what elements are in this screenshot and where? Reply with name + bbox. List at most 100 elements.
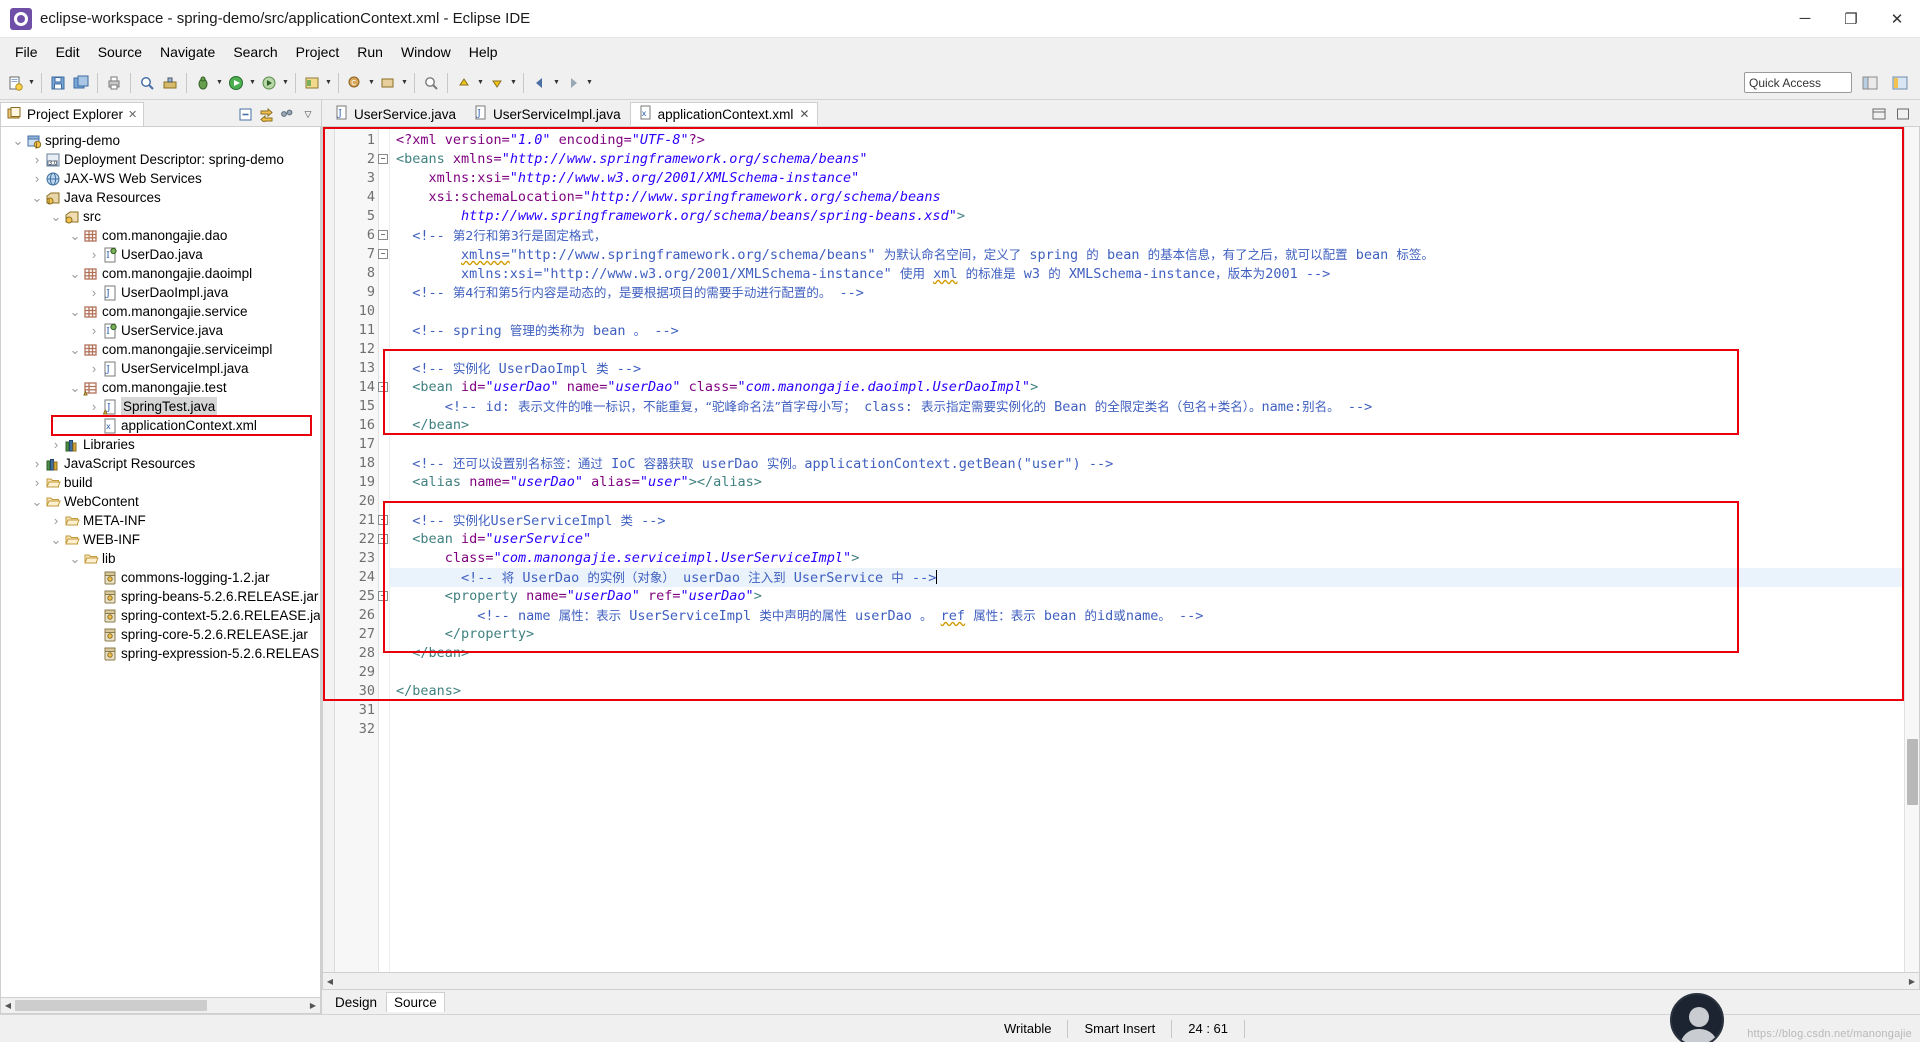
menu-run[interactable]: Run [348, 41, 392, 63]
forward-icon[interactable] [562, 71, 584, 95]
chevron-right-icon[interactable]: › [30, 454, 44, 473]
maximize-button[interactable]: ❐ [1828, 0, 1874, 38]
tree-item-com-manongajie-service[interactable]: ⌄ com.manongajie.service [1, 302, 320, 321]
save-all-icon[interactable] [70, 71, 92, 95]
next-annotation-icon[interactable] [486, 71, 508, 95]
chevron-right-icon[interactable]: › [87, 245, 101, 264]
tree-item-spring-core-5-2-6-release-jar[interactable]: spring-core-5.2.6.RELEASE.jar [1, 625, 320, 644]
maximize-editor-icon[interactable] [1894, 105, 1912, 123]
new-package-dropdown-icon[interactable]: ▼ [400, 71, 409, 95]
minimize-button[interactable]: ─ [1782, 0, 1828, 38]
menu-window[interactable]: Window [392, 41, 460, 63]
chevron-down-icon[interactable]: ⌄ [30, 191, 44, 204]
fold-toggle-icon[interactable]: − [378, 515, 388, 525]
back-icon[interactable] [529, 71, 551, 95]
prev-annotation-dropdown-icon[interactable]: ▼ [476, 71, 485, 95]
new-icon[interactable] [4, 71, 26, 95]
chevron-down-icon[interactable]: ⌄ [68, 552, 82, 565]
search-icon[interactable] [136, 71, 158, 95]
fold-toggle-icon[interactable]: − [378, 154, 388, 164]
view-menu-icon[interactable] [278, 105, 296, 123]
build-icon[interactable] [159, 71, 181, 95]
fold-toggle-icon[interactable]: − [378, 230, 388, 240]
vertical-scroll-thumb[interactable] [1907, 739, 1918, 805]
tree-item-web-inf[interactable]: ⌄ WEB-INF [1, 530, 320, 549]
tree-item-userservice-java[interactable]: › I UserService.java [1, 321, 320, 340]
tree-item-spring-context-5-2-6-release-jar[interactable]: spring-context-5.2.6.RELEASE.jar [1, 606, 320, 625]
chevron-down-icon[interactable]: ⌄ [49, 210, 63, 223]
open-perspective-icon[interactable] [1858, 71, 1882, 95]
tab-project-explorer[interactable]: Project Explorer ✕ [0, 102, 145, 126]
project-tree[interactable]: ⌄ Jspring-demo › 3.0 Deployment Descriptor: … [0, 126, 321, 998]
scroll-left-icon[interactable]: ◀ [323, 974, 337, 988]
chevron-down-icon[interactable]: ⌄ [68, 267, 82, 280]
quick-access-input[interactable]: Quick Access [1744, 72, 1852, 93]
scroll-left-icon[interactable]: ◀ [1, 999, 15, 1013]
tree-item-springtest-java[interactable]: › J SpringTest.java [1, 397, 320, 416]
chevron-down-icon[interactable]: ⌄ [68, 343, 82, 356]
menu-search[interactable]: Search [224, 41, 286, 63]
link-with-editor-icon[interactable] [257, 105, 275, 123]
scroll-thumb[interactable] [15, 1000, 208, 1011]
chevron-right-icon[interactable]: › [87, 321, 101, 340]
source-code-text[interactable]: <?xml version="1.0" encoding="UTF-8"?> <… [390, 127, 1904, 972]
close-icon[interactable]: ✕ [799, 107, 809, 121]
menu-file[interactable]: File [6, 41, 47, 63]
chevron-right-icon[interactable]: › [87, 283, 101, 302]
tree-item-commons-logging-1-2-jar[interactable]: commons-logging-1.2.jar [1, 568, 320, 587]
scroll-track[interactable] [337, 975, 1905, 987]
back-dropdown-icon[interactable]: ▼ [552, 71, 561, 95]
tab-design[interactable]: Design [328, 993, 384, 1012]
tree-item-libraries[interactable]: › Libraries [1, 435, 320, 454]
forward-dropdown-icon[interactable]: ▼ [585, 71, 594, 95]
annotation-ruler[interactable] [323, 127, 335, 972]
tab-userservice-java[interactable]: J UserService.java [326, 102, 465, 126]
tree-item-lib[interactable]: ⌄ lib [1, 549, 320, 568]
search-project-icon[interactable] [420, 71, 442, 95]
debug-icon[interactable] [192, 71, 214, 95]
run-external-dropdown-icon[interactable]: ▼ [281, 71, 290, 95]
tree-item-java-resources[interactable]: ⌄ J Java Resources [1, 188, 320, 207]
menu-project[interactable]: Project [287, 41, 349, 63]
fold-toggle-icon[interactable]: − [378, 382, 388, 392]
tree-item-com-manongajie-serviceimpl[interactable]: ⌄ com.manongajie.serviceimpl [1, 340, 320, 359]
tree-item-deployment-descriptor-spring-demo[interactable]: › 3.0 Deployment Descriptor: spring-demo [1, 150, 320, 169]
tree-item-userserviceimpl-java[interactable]: › J UserServiceImpl.java [1, 359, 320, 378]
editor-horizontal-scrollbar[interactable]: ◀ ▶ [322, 973, 1920, 990]
new-java-class-icon[interactable]: C [344, 71, 366, 95]
chevron-down-icon[interactable]: ⌄ [30, 495, 44, 508]
menu-help[interactable]: Help [460, 41, 507, 63]
explorer-horizontal-scrollbar[interactable]: ◀ ▶ [0, 998, 321, 1014]
tab-applicationcontext-xml[interactable]: x applicationContext.xml ✕ [629, 102, 819, 126]
chevron-right-icon[interactable]: › [87, 397, 101, 416]
tab-userserviceimpl-java[interactable]: J UserServiceImpl.java [465, 102, 630, 126]
tree-item-com-manongajie-dao[interactable]: ⌄ com.manongajie.dao [1, 226, 320, 245]
next-annotation-dropdown-icon[interactable]: ▼ [509, 71, 518, 95]
close-button[interactable]: ✕ [1874, 0, 1920, 38]
tree-item-jax-ws-web-services[interactable]: › JAX-WS Web Services [1, 169, 320, 188]
code-scroll-region[interactable]: 1 2−3 4 5 6−7−8 9 10 11 12 13 14−15 16 17 18 19 20 21−22… [323, 127, 1904, 972]
chevron-right-icon[interactable]: › [30, 169, 44, 188]
tree-item-spring-beans-5-2-6-release-jar[interactable]: spring-beans-5.2.6.RELEASE.jar [1, 587, 320, 606]
chevron-down-icon[interactable]: ⌄ [68, 381, 82, 394]
editor-canvas[interactable]: 1 2−3 4 5 6−7−8 9 10 11 12 13 14−15 16 17 18 19 20 21−22… [322, 126, 1920, 973]
tree-item-src[interactable]: ⌄ src [1, 207, 320, 226]
tree-item-build[interactable]: › build [1, 473, 320, 492]
tree-item-com-manongajie-test[interactable]: ⌄ com.manongajie.test [1, 378, 320, 397]
minimize-editor-icon[interactable] [1870, 105, 1888, 123]
scroll-right-icon[interactable]: ▶ [306, 999, 320, 1013]
prev-annotation-icon[interactable] [453, 71, 475, 95]
tab-source[interactable]: Source [386, 992, 445, 1012]
new-dropdown-icon[interactable]: ▼ [27, 71, 36, 95]
chevron-down-icon[interactable]: ⌄ [49, 533, 63, 546]
chevron-down-icon[interactable]: ⌄ [68, 229, 82, 242]
coverage-icon[interactable] [301, 71, 323, 95]
chevron-down-icon[interactable]: ▽ [299, 105, 317, 123]
print-icon[interactable] [103, 71, 125, 95]
fold-toggle-icon[interactable]: − [378, 534, 388, 544]
chevron-right-icon[interactable]: › [30, 473, 44, 492]
chevron-right-icon[interactable]: › [49, 511, 63, 530]
tree-item-spring-demo[interactable]: ⌄ Jspring-demo [1, 131, 320, 150]
editor-vertical-scrollbar[interactable] [1904, 127, 1919, 972]
new-java-class-dropdown-icon[interactable]: ▼ [367, 71, 376, 95]
